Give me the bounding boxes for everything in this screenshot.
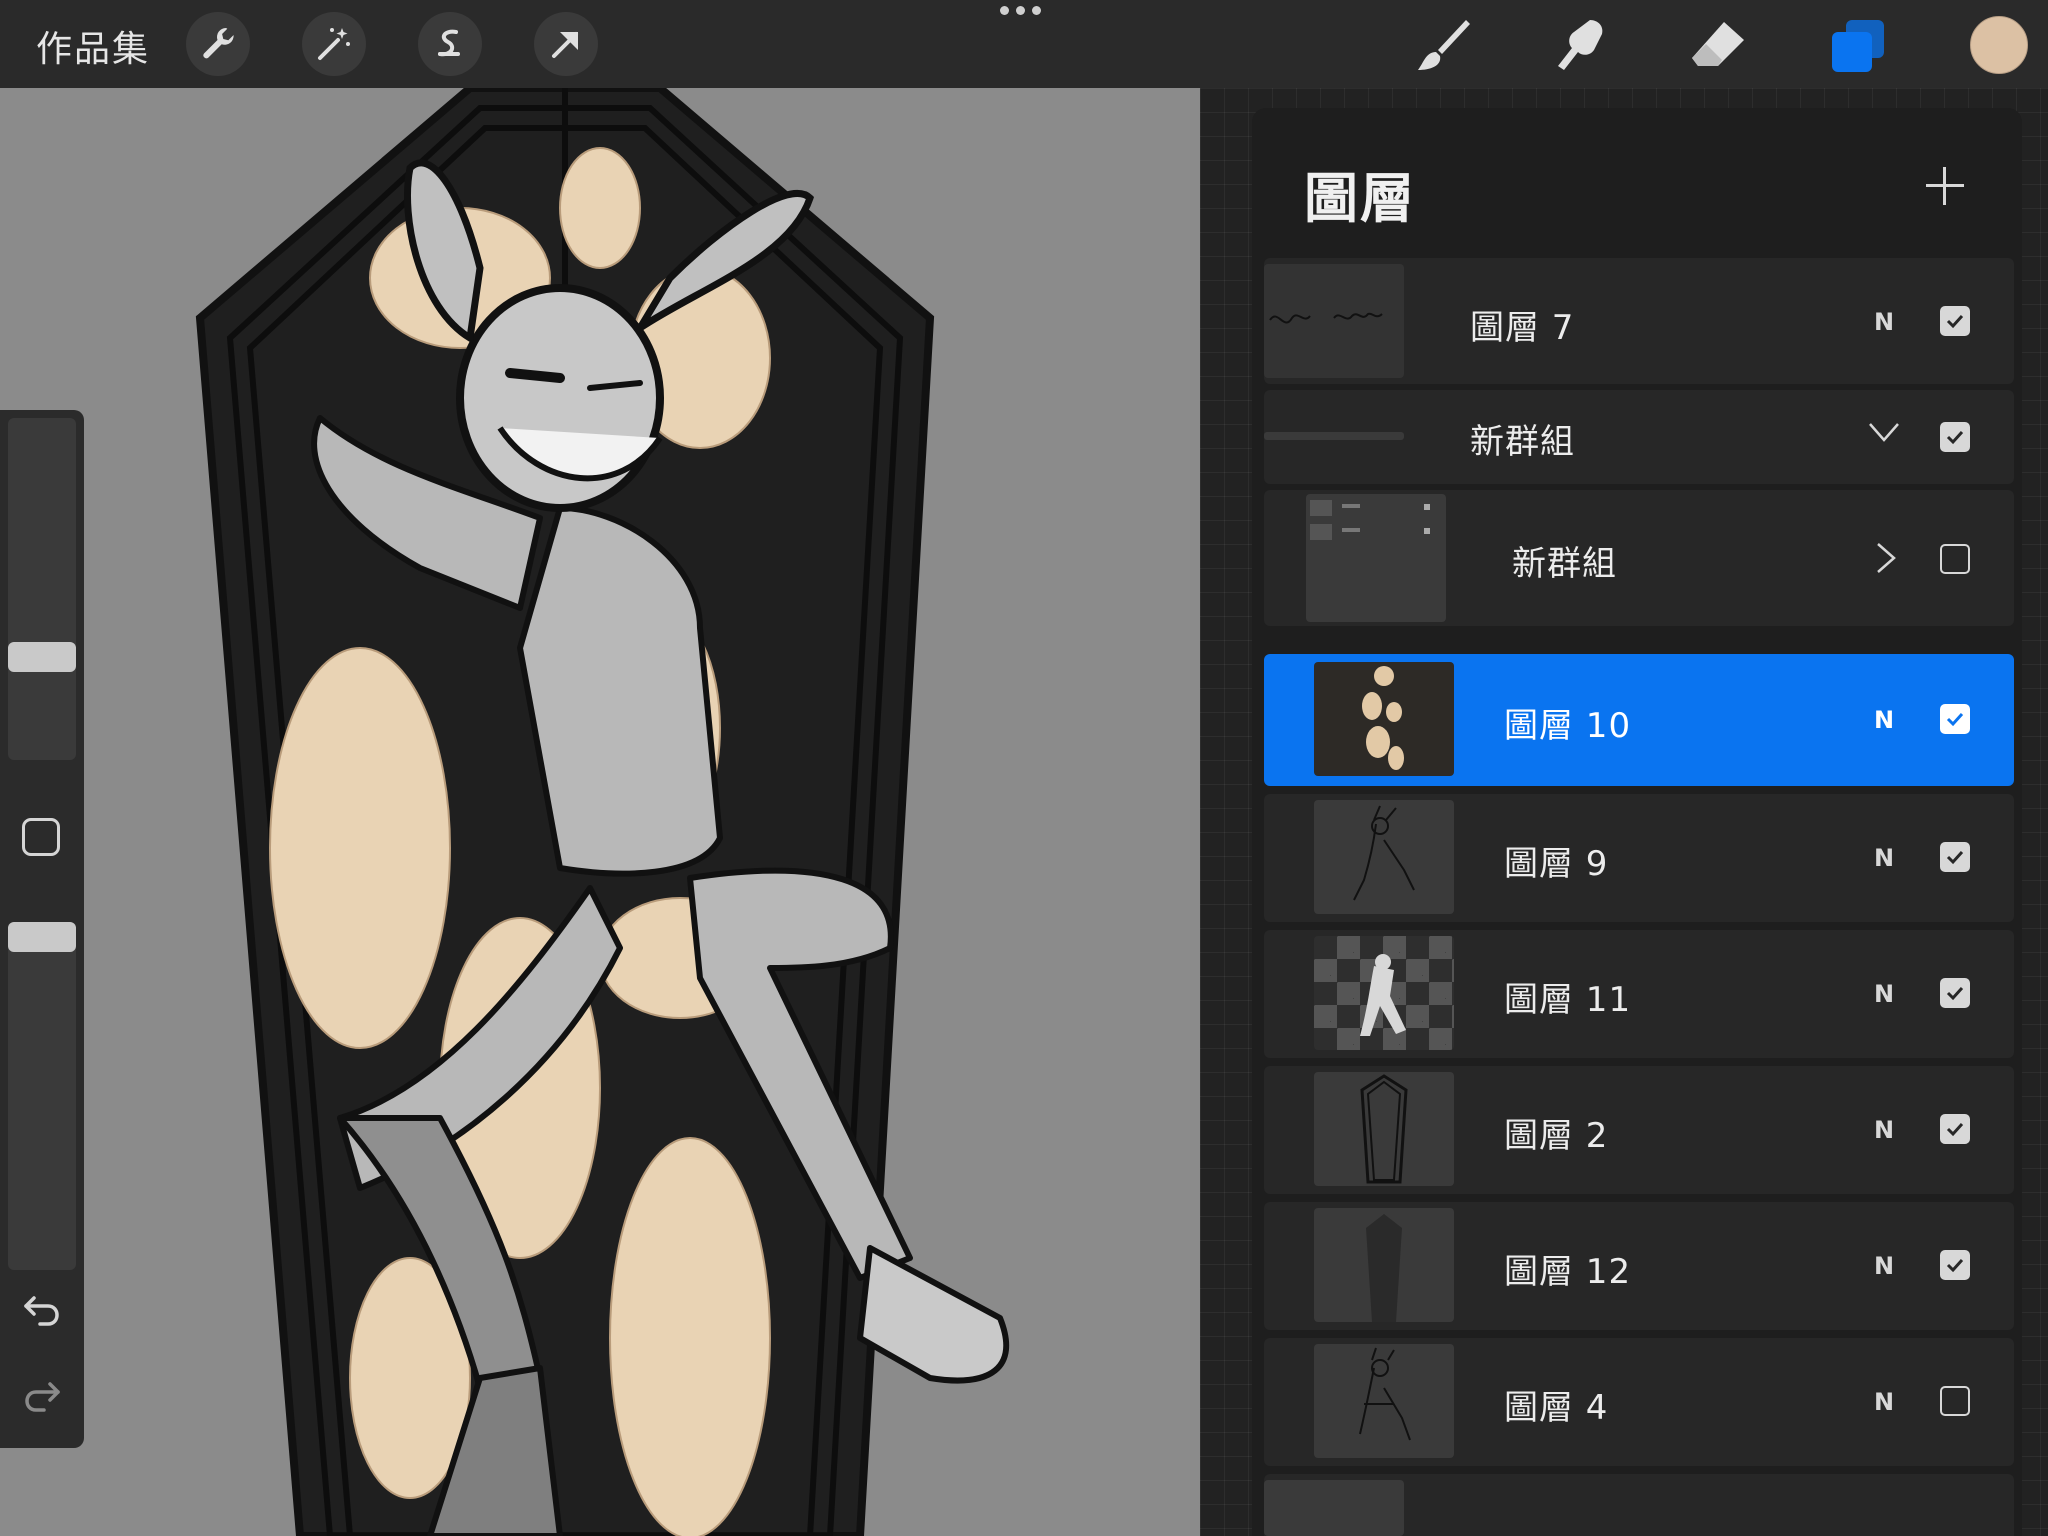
visibility-checkbox[interactable] xyxy=(1940,306,1970,336)
brush-size-thumb[interactable] xyxy=(8,642,76,672)
transform-button[interactable] xyxy=(534,12,598,76)
layer-row[interactable]: 圖層 12 N xyxy=(1264,1202,2014,1330)
wrench-icon xyxy=(203,27,234,59)
layers-icon xyxy=(1832,20,1884,72)
layers-panel-title: 圖層 xyxy=(1304,167,1416,230)
erase-button[interactable] xyxy=(1686,14,1750,78)
more-options-handle[interactable] xyxy=(1000,6,1041,15)
opacity-slider[interactable] xyxy=(8,922,76,1270)
color-picker-swatch[interactable] xyxy=(1970,16,2028,74)
smudge-button[interactable] xyxy=(1548,14,1612,78)
visibility-checkbox[interactable] xyxy=(1940,1114,1970,1144)
group-row[interactable]: 新群組 xyxy=(1264,390,2014,484)
layer-thumbnail xyxy=(1264,1480,1404,1536)
chevron-down-icon[interactable] xyxy=(1866,420,1902,444)
layer-thumbnail xyxy=(1264,264,1404,378)
transform-arrow-icon xyxy=(552,32,578,58)
smudge-icon xyxy=(1558,20,1603,70)
modify-square-icon[interactable] xyxy=(22,818,60,856)
checkmark-icon xyxy=(1946,712,1964,727)
layer-thumbnail xyxy=(1314,800,1454,914)
group-collapsed-thumbnail xyxy=(1264,432,1404,440)
layer-name: 圖層 9 xyxy=(1504,844,1609,884)
dot-icon xyxy=(1032,6,1041,15)
undo-icon[interactable] xyxy=(20,1290,64,1330)
adjustments-button[interactable] xyxy=(302,12,366,76)
redo-icon[interactable] xyxy=(20,1376,64,1416)
layer-row[interactable]: 圖層 7 N xyxy=(1264,258,2014,384)
group-name: 新群組 xyxy=(1470,422,1575,462)
actions-button[interactable] xyxy=(186,12,250,76)
layer-thumbnail xyxy=(1314,936,1454,1050)
visibility-checkbox[interactable] xyxy=(1940,1386,1970,1416)
selection-icon xyxy=(438,29,460,57)
visibility-checkbox[interactable] xyxy=(1940,544,1970,574)
dot-icon xyxy=(1000,6,1009,15)
visibility-checkbox[interactable] xyxy=(1940,978,1970,1008)
sketch-thumbnail-icon xyxy=(1353,805,1415,901)
layers-panel: 圖層 圖層 7 N 新群組 新群組 圖層 10 N 圖層 9 N 圖層 11 N… xyxy=(1252,108,2022,1536)
layer-row[interactable]: 圖層 9 N xyxy=(1264,794,2014,922)
visibility-checkbox[interactable] xyxy=(1940,422,1970,452)
checkmark-icon xyxy=(1946,314,1964,329)
flowers-thumbnail-icon xyxy=(1362,666,1404,770)
chevron-right-icon[interactable] xyxy=(1874,540,1898,576)
layer-name: 圖層 7 xyxy=(1470,308,1575,348)
coffin-thumbnail-icon xyxy=(1360,1074,1408,1184)
checkmark-icon xyxy=(1946,986,1964,1001)
layer-row[interactable]: 圖層 4 N xyxy=(1264,1338,2014,1466)
layer-name: 圖層 12 xyxy=(1504,1252,1632,1292)
drawing-canvas[interactable] xyxy=(0,88,1200,1536)
layer-row-selected[interactable]: 圖層 10 N xyxy=(1264,654,2014,786)
layer-thumbnail xyxy=(1314,1208,1454,1322)
selection-button[interactable] xyxy=(418,12,482,76)
eraser-icon xyxy=(1692,22,1744,66)
layer-row[interactable] xyxy=(1264,1474,2014,1536)
blend-mode-button[interactable]: N xyxy=(1874,844,1894,872)
left-sidebar xyxy=(0,410,84,1448)
layer-row[interactable]: 圖層 2 N xyxy=(1264,1066,2014,1194)
layers-button[interactable] xyxy=(1826,14,1890,78)
figure-thumbnail-icon xyxy=(1360,944,1406,1036)
layer-thumbnail xyxy=(1314,662,1454,776)
signature-thumbnail-icon xyxy=(1269,312,1383,324)
blend-mode-button[interactable]: N xyxy=(1874,308,1894,336)
checkmark-icon xyxy=(1946,1122,1964,1137)
paint-button[interactable] xyxy=(1410,14,1474,78)
blend-mode-button[interactable]: N xyxy=(1874,1116,1894,1144)
gallery-button[interactable]: 作品集 xyxy=(36,20,150,72)
blend-mode-button[interactable]: N xyxy=(1874,1388,1894,1416)
layer-name: 圖層 2 xyxy=(1504,1116,1609,1156)
layer-name: 圖層 11 xyxy=(1504,980,1632,1020)
blend-mode-button[interactable]: N xyxy=(1874,706,1894,734)
top-toolbar: 作品集 xyxy=(0,0,2048,88)
blend-mode-button[interactable]: N xyxy=(1874,980,1894,1008)
visibility-checkbox[interactable] xyxy=(1940,1250,1970,1280)
magic-wand-icon xyxy=(318,28,350,60)
add-layer-button[interactable] xyxy=(1922,163,1968,209)
layer-name: 圖層 10 xyxy=(1504,706,1632,746)
layer-row[interactable]: 圖層 11 N xyxy=(1264,930,2014,1058)
checkmark-icon xyxy=(1946,430,1964,445)
group-row[interactable]: 新群組 xyxy=(1264,490,2014,626)
coffin-fill-thumbnail-icon xyxy=(1366,1214,1402,1322)
artwork-illustration xyxy=(195,88,1010,1536)
checkmark-icon xyxy=(1946,1258,1964,1273)
visibility-checkbox[interactable] xyxy=(1940,842,1970,872)
sketch-thumbnail-icon xyxy=(1359,1347,1411,1441)
checkmark-icon xyxy=(1946,850,1964,865)
group-name: 新群組 xyxy=(1512,544,1617,584)
dot-icon xyxy=(1016,6,1025,15)
visibility-checkbox[interactable] xyxy=(1940,704,1970,734)
layer-thumbnail xyxy=(1314,1072,1454,1186)
brush-icon xyxy=(1418,20,1470,70)
group-thumbnail xyxy=(1306,494,1446,622)
layer-name: 圖層 4 xyxy=(1504,1388,1609,1428)
layer-thumbnail xyxy=(1314,1344,1454,1458)
blend-mode-button[interactable]: N xyxy=(1874,1252,1894,1280)
opacity-thumb[interactable] xyxy=(8,922,76,952)
brush-size-slider[interactable] xyxy=(8,418,76,760)
